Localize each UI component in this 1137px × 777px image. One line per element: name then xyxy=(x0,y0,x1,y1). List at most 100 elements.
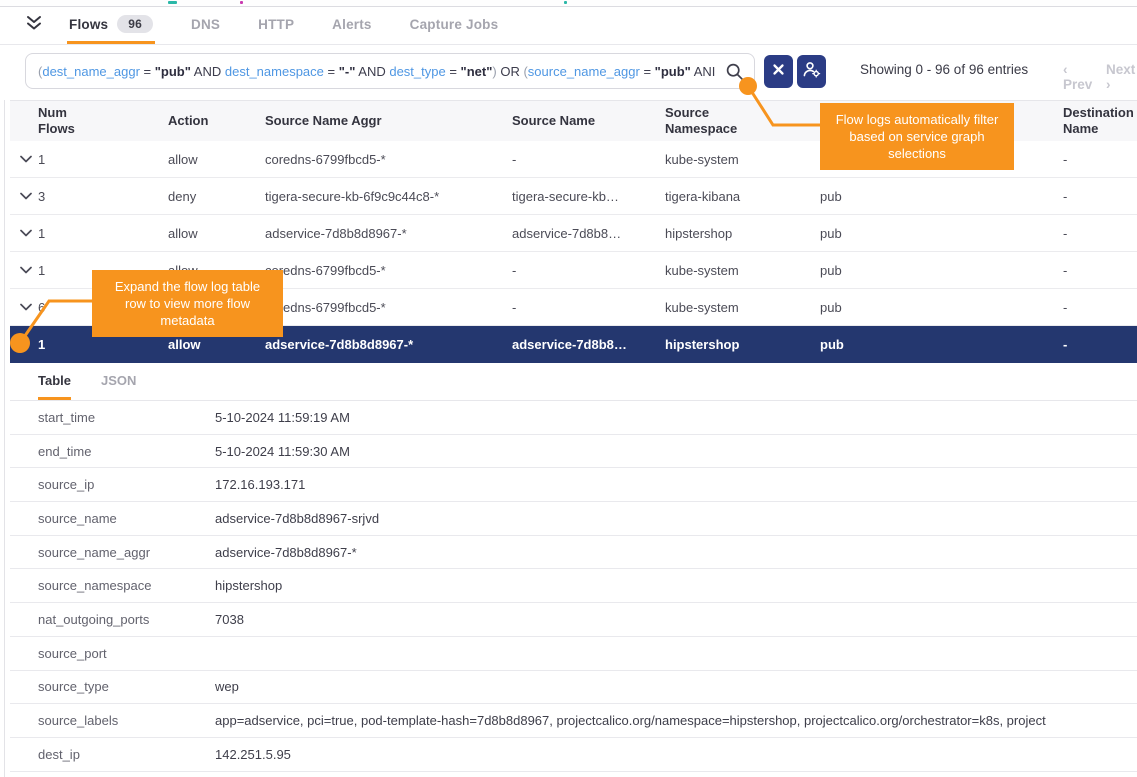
cell-source-name: - xyxy=(512,152,665,167)
detail-field-value: adservice-7d8b8d8967-* xyxy=(215,545,357,560)
tab-dns[interactable]: DNS xyxy=(189,7,222,44)
cell-num-flows: 1 xyxy=(38,226,168,241)
sliver-mark-teal-1 xyxy=(168,1,177,4)
sliver-mark-magenta xyxy=(240,1,243,4)
query-token: OR xyxy=(497,64,524,79)
tab-http[interactable]: HTTP xyxy=(256,7,296,44)
detail-field-value: 5-10-2024 11:59:30 AM xyxy=(215,444,350,459)
query-token: source_name_aggr xyxy=(528,64,640,79)
row-expand-chevron-icon[interactable] xyxy=(14,229,38,237)
cell-source-name-aggr: coredns-6799fbcd5-* xyxy=(265,300,512,315)
query-token: "net" xyxy=(461,64,493,79)
detail-field-value: 7038 xyxy=(215,612,244,627)
cell-source-namespace: hipstershop xyxy=(665,337,820,352)
cell-destination-name: - xyxy=(1063,152,1137,167)
detail-field-value: adservice-7d8b8d8967-srjvd xyxy=(215,511,379,526)
detail-field-key: source_name xyxy=(38,511,215,526)
clear-filter-button[interactable] xyxy=(764,55,793,88)
column-header-num-flows[interactable]: Num Flows xyxy=(38,105,168,137)
flows-count-badge: 96 xyxy=(117,15,153,33)
cell-source-name: adservice-7d8b8… xyxy=(512,337,665,352)
cell-dest-name-aggr: pub xyxy=(820,226,1063,241)
detail-field-key: source_labels xyxy=(38,713,215,728)
detail-field-value: 142.251.5.95 xyxy=(215,747,291,762)
query-token: = xyxy=(640,64,655,79)
cell-source-name: - xyxy=(512,263,665,278)
sliver-mark-teal-2 xyxy=(564,1,567,4)
detail-field-row: start_time5-10-2024 11:59:19 AM xyxy=(10,401,1137,435)
detail-field-key: end_time xyxy=(38,444,215,459)
log-tab-bar: Flows96 DNS HTTP Alerts Capture Jobs xyxy=(0,7,1137,45)
cell-dest-name-aggr: pub xyxy=(820,189,1063,204)
cell-source-name-aggr: coredns-6799fbcd5-* xyxy=(265,152,512,167)
detail-field-row: dest_ip142.251.5.95 xyxy=(10,738,1137,772)
detail-field-key: source_ip xyxy=(38,477,215,492)
flow-detail-tabs: Table JSON xyxy=(10,363,1137,401)
detail-field-key: start_time xyxy=(38,410,215,425)
column-header-source-name[interactable]: Source Name xyxy=(512,113,665,129)
cell-source-namespace: kube-system xyxy=(665,300,820,315)
column-header-destination-name[interactable]: Destination Name xyxy=(1063,105,1137,137)
query-token: "pub" xyxy=(155,64,191,79)
query-token: AND xyxy=(191,64,225,79)
tab-capture-jobs[interactable]: Capture Jobs xyxy=(408,7,501,44)
query-token: = xyxy=(324,64,339,79)
detail-field-row: source_name_aggradservice-7d8b8d8967-* xyxy=(10,536,1137,570)
cell-destination-name: - xyxy=(1063,300,1137,315)
user-settings-button[interactable] xyxy=(797,55,826,88)
cell-source-name-aggr: adservice-7d8b8d8967-* xyxy=(265,226,512,241)
detail-field-value: wep xyxy=(215,679,239,694)
flow-filter-query-input[interactable]: (dest_name_aggr = "pub" AND dest_namespa… xyxy=(25,53,755,89)
query-token: "-" xyxy=(339,64,356,79)
row-expand-chevron-icon[interactable] xyxy=(14,303,38,311)
flow-table-row[interactable]: 3denytigera-secure-kb-6f9c9c44c8-*tigera… xyxy=(10,178,1137,215)
cell-dest-name-aggr: pub xyxy=(820,337,1063,352)
detail-field-row: source_ip172.16.193.171 xyxy=(10,468,1137,502)
cell-action: allow xyxy=(168,337,265,352)
detail-field-key: nat_outgoing_ports xyxy=(38,612,215,627)
detail-tab-table[interactable]: Table xyxy=(38,363,71,400)
column-header-source-name-aggr[interactable]: Source Name Aggr xyxy=(265,113,512,129)
collapse-panel-button[interactable] xyxy=(25,7,43,44)
showing-entries-text: Showing 0 - 96 of 96 entries xyxy=(860,62,1028,77)
search-icon[interactable] xyxy=(725,62,745,85)
flow-table-row[interactable]: 1allowadservice-7d8b8d8967-*adservice-7d… xyxy=(10,215,1137,252)
tab-label: Capture Jobs xyxy=(410,17,499,32)
cell-source-namespace: kube-system xyxy=(665,152,820,167)
detail-field-row: source_namespacehipstershop xyxy=(10,569,1137,603)
prev-page-button[interactable]: ‹ Prev xyxy=(1063,62,1094,92)
column-header-source-namespace[interactable]: Source Namespace xyxy=(665,105,820,137)
filter-query-text: (dest_name_aggr = "pub" AND dest_namespa… xyxy=(38,64,715,79)
flow-detail-fields: start_time5-10-2024 11:59:19 AM end_time5… xyxy=(10,401,1137,772)
top-clipped-content xyxy=(0,0,1137,7)
query-token: = xyxy=(140,64,155,79)
detail-field-value: app=adservice, pci=true, pod-template-ha… xyxy=(215,713,1046,728)
query-token: ANI xyxy=(691,64,716,79)
cell-destination-name: - xyxy=(1063,263,1137,278)
tab-alerts[interactable]: Alerts xyxy=(330,7,373,44)
row-expand-chevron-icon[interactable] xyxy=(14,266,38,274)
tab-flows[interactable]: Flows96 xyxy=(67,7,155,44)
cell-source-name-aggr: adservice-7d8b8d8967-* xyxy=(265,337,512,352)
cell-source-namespace: kube-system xyxy=(665,263,820,278)
cell-action: allow xyxy=(168,152,265,167)
column-header-action[interactable]: Action xyxy=(168,113,265,129)
cell-action: deny xyxy=(168,189,265,204)
cell-num-flows: 1 xyxy=(38,152,168,167)
detail-field-row: nat_outgoing_ports7038 xyxy=(10,603,1137,637)
cell-destination-name: - xyxy=(1063,189,1137,204)
row-expand-chevron-icon[interactable] xyxy=(14,192,38,200)
filter-annotation-tooltip: Flow logs automatically filter based on … xyxy=(820,103,1014,170)
detail-field-row: source_labelsapp=adservice, pci=true, po… xyxy=(10,704,1137,738)
cell-source-namespace: hipstershop xyxy=(665,226,820,241)
next-page-button[interactable]: Next › xyxy=(1106,62,1137,92)
detail-field-row: source_typewep xyxy=(10,671,1137,705)
tab-label: HTTP xyxy=(258,17,294,32)
query-token: dest_type xyxy=(389,64,445,79)
query-token: dest_namespace xyxy=(225,64,324,79)
pagination: ‹ Prev Next › xyxy=(1063,62,1137,92)
cell-source-name-aggr: tigera-secure-kb-6f9c9c44c8-* xyxy=(265,189,512,204)
query-token: = xyxy=(446,64,461,79)
row-expand-chevron-icon[interactable] xyxy=(14,155,38,163)
detail-tab-json[interactable]: JSON xyxy=(101,363,136,400)
